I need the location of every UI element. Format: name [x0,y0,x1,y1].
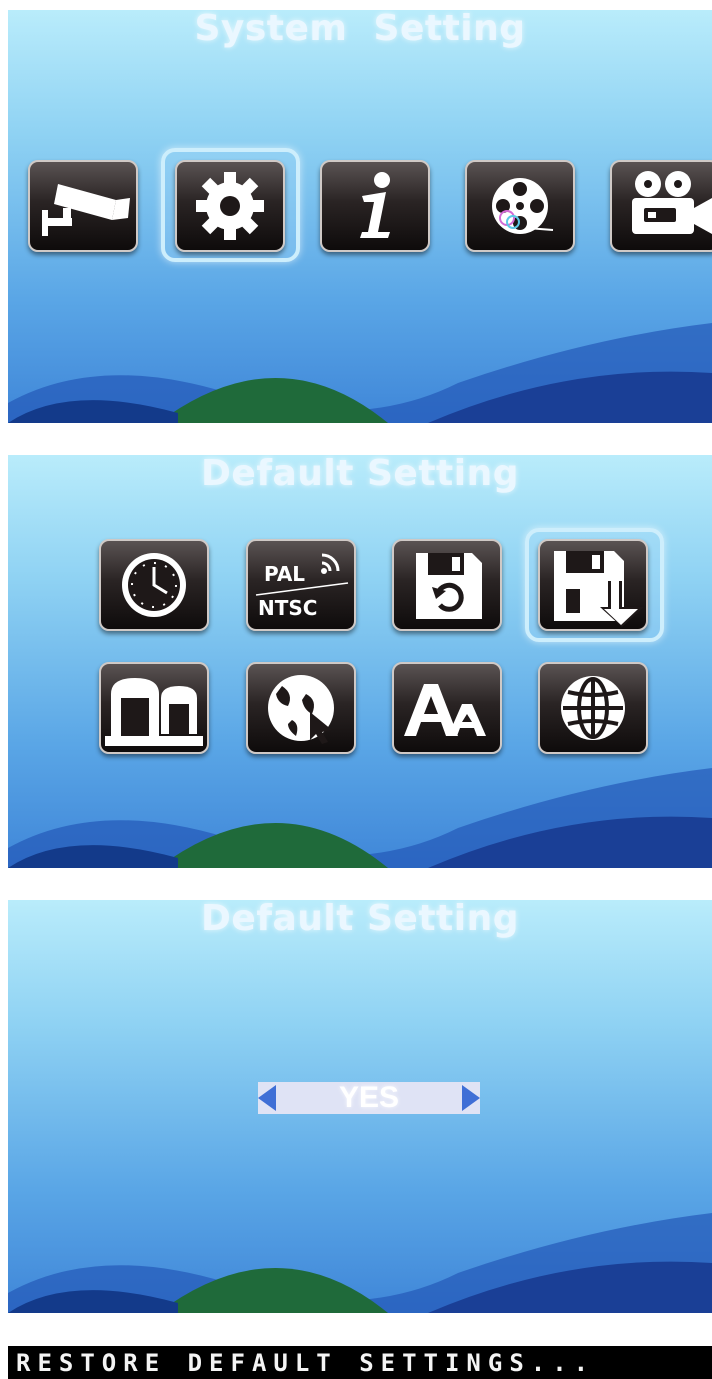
network-button[interactable] [246,662,356,754]
status-banner: RESTORE DEFAULT SETTINGS... [8,1346,712,1379]
camera-icon [42,184,130,236]
pal-label: PAL [264,562,305,586]
ntsc-label: NTSC [258,596,317,620]
hills-decoration [8,768,712,868]
confirm-option-value: YES [338,1081,400,1114]
clock-icon [122,553,186,617]
font-size-icon [404,684,486,736]
pal-ntsc-icon: PAL NTSC [255,553,349,620]
settings-menu-button[interactable] [175,160,285,252]
globe-cursor-icon [268,675,334,744]
font-size-button[interactable] [392,662,502,754]
load-default-button[interactable] [538,539,648,631]
default-setting-confirm-screen: Default Setting YES [8,900,712,1313]
video-camera-icon [632,171,712,234]
video-standard-button[interactable]: PAL NTSC [246,539,356,631]
hills-decoration [8,1213,712,1313]
storage-button[interactable] [99,662,209,754]
record-menu-button[interactable] [610,160,712,252]
info-menu-button[interactable] [320,160,430,252]
confirm-option-selector[interactable]: YES [258,1082,480,1114]
screen-title: Default Setting [201,900,519,939]
screen-title: System Setting [194,10,526,49]
globe-icon [561,676,625,740]
film-reel-icon [492,178,554,234]
screen-title: Default Setting [201,455,519,494]
hills-decoration [8,323,712,423]
restore-backup-button[interactable] [392,539,502,631]
status-banner-text: RESTORE DEFAULT SETTINGS... [16,1349,596,1377]
gear-icon [196,172,264,240]
info-icon [360,172,390,238]
language-button[interactable] [538,662,648,754]
arrow-right-icon[interactable] [462,1085,480,1111]
archive-icon [105,678,203,746]
playback-menu-button[interactable] [465,160,575,252]
floppy-download-icon [554,551,644,627]
camera-menu-button[interactable] [28,160,138,252]
default-setting-screen: Default Setting PAL NTSC [8,455,712,868]
system-setting-screen: System Setting [8,10,712,423]
floppy-restore-icon [416,553,482,619]
time-setting-button[interactable] [99,539,209,631]
